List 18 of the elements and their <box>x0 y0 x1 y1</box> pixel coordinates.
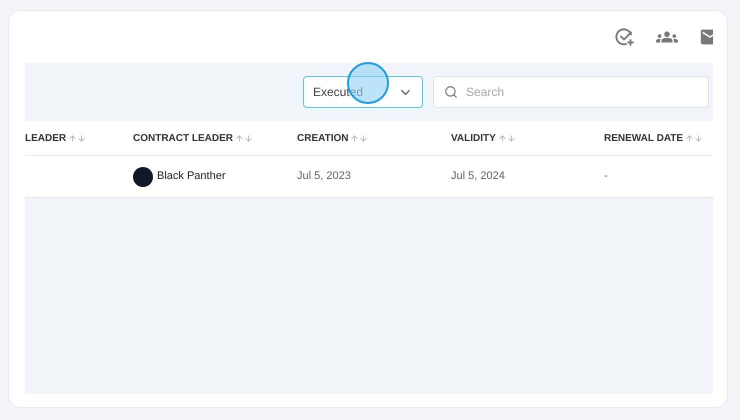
sort-icon[interactable] <box>350 134 368 142</box>
check-circle-plus-icon[interactable] <box>615 27 635 47</box>
column-header[interactable]: VALIDITY <box>451 130 496 146</box>
search-field[interactable]: Search <box>433 76 709 108</box>
table-cell: Jul 5, 2024 <box>451 170 505 182</box>
sort-icon[interactable] <box>685 134 704 142</box>
search-icon <box>444 85 458 99</box>
column-header[interactable]: CREATION <box>297 130 348 146</box>
column-header[interactable]: CONTRACT LEADER <box>133 130 233 146</box>
avatar-icon <box>133 166 153 186</box>
column-header[interactable]: RENEWAL DATE <box>604 130 684 146</box>
table-cell: Jul 5, 2023 <box>297 170 351 182</box>
column-header[interactable]: LEADER <box>25 130 66 146</box>
sort-icon[interactable] <box>235 134 253 142</box>
sort-icon[interactable] <box>498 134 516 142</box>
table-cell-text: Black Panther <box>157 169 226 184</box>
table-cell: - <box>604 170 608 182</box>
sort-icon[interactable] <box>68 134 86 142</box>
